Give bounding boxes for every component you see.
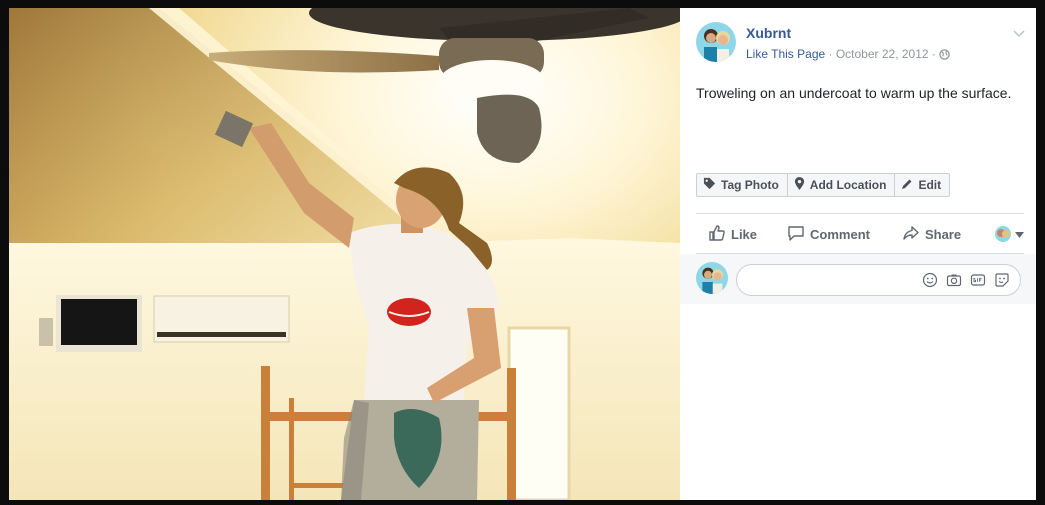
post-header: Xubrnt Like This Page · October 22, 2012… — [696, 22, 1026, 66]
reaction-bar: Like Comment Share — [696, 221, 1024, 247]
edit-button[interactable]: Edit — [895, 174, 949, 196]
post-photo[interactable] — [9, 8, 680, 500]
post-date[interactable]: October 22, 2012 — [836, 47, 929, 61]
viewer-avatar — [995, 226, 1011, 242]
gif-icon[interactable] — [970, 272, 986, 288]
edit-label: Edit — [918, 178, 942, 192]
comment-composer — [680, 254, 1036, 304]
globe-icon[interactable] — [939, 49, 950, 63]
post-caption: Troweling on an undercoat to warm up the… — [696, 85, 1012, 101]
share-button[interactable]: Share — [902, 224, 961, 245]
add-location-label: Add Location — [809, 178, 887, 192]
thumbs-up-icon — [708, 224, 731, 245]
pencil-icon — [901, 178, 918, 193]
add-location-button[interactable]: Add Location — [788, 174, 896, 196]
page-avatar[interactable] — [696, 22, 736, 62]
comment-bubble-icon — [787, 224, 810, 245]
commenter-avatar — [696, 262, 728, 294]
photo-actions-bar: Tag Photo Add Location Edit — [696, 173, 951, 197]
sticker-icon[interactable] — [994, 272, 1010, 288]
comment-label: Comment — [810, 226, 870, 242]
divider — [696, 213, 1024, 214]
tag-icon — [703, 177, 721, 193]
like-page-link[interactable]: Like This Page — [746, 47, 825, 61]
post-panel: Xubrnt Like This Page · October 22, 2012… — [680, 8, 1036, 500]
page-name-link[interactable]: Xubrnt — [746, 25, 791, 41]
photo-viewer: Xubrnt Like This Page · October 22, 2012… — [0, 0, 1045, 505]
meta-separator-1: · — [825, 47, 836, 61]
camera-icon[interactable] — [946, 272, 962, 288]
share-label: Share — [924, 226, 962, 242]
tag-photo-button[interactable]: Tag Photo — [697, 174, 788, 196]
post-as-selector[interactable] — [995, 225, 1024, 243]
comment-input[interactable] — [736, 264, 1021, 296]
comment-input-icons — [922, 272, 1010, 288]
emoji-icon[interactable] — [922, 272, 938, 288]
share-arrow-icon — [902, 224, 925, 245]
like-button[interactable]: Like — [708, 224, 757, 245]
comment-button[interactable]: Comment — [787, 224, 870, 245]
post-meta: Like This Page · October 22, 2012 · — [746, 47, 950, 63]
location-pin-icon — [794, 177, 810, 193]
like-label: Like — [731, 226, 758, 242]
chevron-down-icon[interactable] — [1012, 26, 1026, 40]
caret-down-icon — [1015, 225, 1024, 243]
tag-photo-label: Tag Photo — [721, 178, 779, 192]
meta-separator-2: · — [928, 47, 940, 61]
